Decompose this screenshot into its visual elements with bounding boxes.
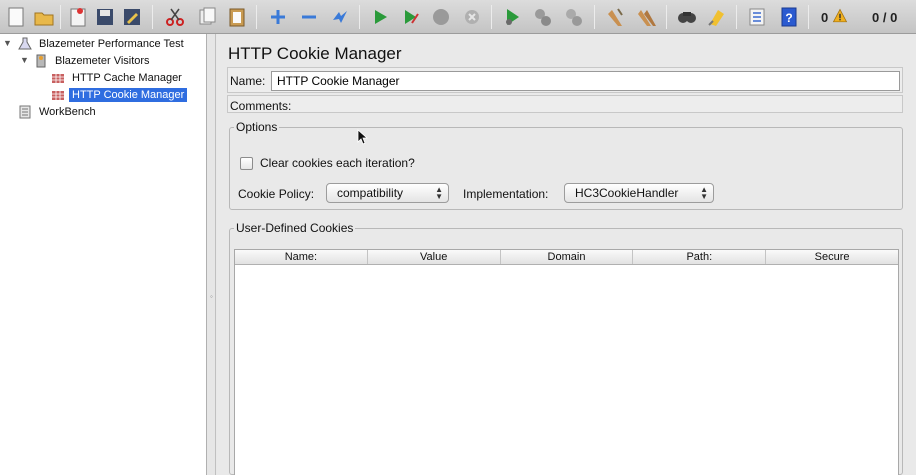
cookie-policy-label: Cookie Policy: [238, 187, 315, 201]
remote-shutdown-icon[interactable] [562, 5, 586, 29]
clear-all-icon[interactable] [634, 5, 658, 29]
search-icon[interactable] [675, 5, 699, 29]
flask-icon [18, 37, 32, 51]
cookie-policy-select[interactable]: compatibility ▲ ▼ [326, 183, 449, 203]
implementation-select[interactable]: HC3CookieHandler ▲ ▼ [564, 183, 714, 203]
remote-stop-icon[interactable] [531, 5, 555, 29]
function-helper-icon[interactable] [745, 5, 769, 29]
tree-item-label: HTTP Cookie Manager [69, 87, 188, 102]
column-header-path[interactable]: Path: [633, 250, 767, 264]
copy-icon[interactable] [195, 5, 219, 29]
comments-label: Comments: [230, 99, 292, 113]
shutdown-icon[interactable] [460, 5, 484, 29]
error-count: 0 [821, 10, 829, 25]
element-panel: HTTP Cookie Manager Name: Comments: Opti… [217, 34, 916, 475]
save-as-icon[interactable] [120, 5, 144, 29]
thread-group-icon [34, 54, 48, 68]
new-icon[interactable] [4, 5, 28, 29]
implementation-label: Implementation: [463, 187, 549, 201]
cookies-table[interactable]: Name: Value Domain Path: Secure [234, 249, 899, 475]
implementation-value: HC3CookieHandler [575, 186, 679, 200]
expand-icon[interactable] [266, 5, 290, 29]
reset-search-icon[interactable] [705, 5, 729, 29]
test-plan-tree: ▼ Blazemeter Performance Test ▼ Blazemet… [0, 34, 207, 475]
start-no-pause-icon[interactable] [399, 5, 423, 29]
tree-item-workbench[interactable]: WorkBench [18, 103, 99, 120]
paste-icon[interactable] [225, 5, 249, 29]
config-element-icon [51, 88, 65, 102]
toolbar: ? 0 0 / 0 [0, 0, 916, 34]
start-icon[interactable] [368, 5, 392, 29]
options-legend: Options [236, 120, 278, 134]
toggle-icon[interactable] [328, 5, 352, 29]
mouse-cursor-icon [357, 129, 369, 145]
column-header-secure[interactable]: Secure [766, 250, 898, 264]
table-header: Name: Value Domain Path: Secure [235, 250, 898, 265]
page-title: HTTP Cookie Manager [228, 44, 402, 63]
clear-cookies-checkbox[interactable] [240, 156, 253, 170]
stop-icon[interactable] [429, 5, 453, 29]
name-field[interactable] [271, 71, 900, 91]
thread-count: 0 / 0 [872, 10, 898, 25]
user-defined-cookies-group: User-Defined Cookies Name: Value Domain … [229, 221, 903, 475]
svg-text:?: ? [785, 11, 792, 25]
cut-icon[interactable] [163, 5, 187, 29]
select-arrows-icon: ▲ ▼ [700, 185, 708, 201]
tree-item-label: Blazemeter Visitors [55, 54, 150, 67]
config-element-icon [51, 71, 65, 85]
column-header-name[interactable]: Name: [235, 250, 368, 264]
collapse-icon[interactable] [297, 5, 321, 29]
clear-cookies-option[interactable]: Clear cookies each iteration? [240, 156, 415, 170]
tree-item-cache-manager[interactable]: HTTP Cache Manager [51, 69, 185, 86]
tree-item-test-plan[interactable]: Blazemeter Performance Test [18, 35, 187, 52]
remote-start-icon[interactable] [500, 5, 524, 29]
tree-item-thread-group[interactable]: Blazemeter Visitors [34, 52, 153, 69]
panel-splitter[interactable]: ◦ [207, 34, 216, 475]
splitter-grip-icon[interactable]: ◦ [210, 292, 213, 301]
clear-cookies-label: Clear cookies each iteration? [260, 156, 415, 170]
open-icon[interactable] [32, 5, 56, 29]
expand-arrow-icon[interactable]: ▼ [3, 38, 12, 48]
workbench-icon [18, 105, 32, 119]
cookies-legend: User-Defined Cookies [236, 221, 354, 235]
tree-item-cookie-manager[interactable]: HTTP Cookie Manager [51, 86, 188, 103]
help-icon[interactable]: ? [777, 5, 801, 29]
clear-icon[interactable] [603, 5, 627, 29]
templates-icon[interactable] [66, 5, 90, 29]
tree-item-label: Blazemeter Performance Test [39, 37, 184, 50]
options-group: Options Clear cookies each iteration? Co… [229, 120, 903, 210]
name-label: Name: [230, 74, 266, 88]
save-icon[interactable] [93, 5, 117, 29]
tree-item-label: WorkBench [39, 105, 96, 118]
comments-row[interactable]: Comments: [227, 95, 903, 113]
column-header-value[interactable]: Value [368, 250, 501, 264]
cookie-policy-value: compatibility [337, 186, 404, 200]
tree-item-label: HTTP Cache Manager [72, 71, 182, 84]
expand-arrow-icon[interactable]: ▼ [20, 55, 29, 65]
warning-icon[interactable] [831, 7, 849, 25]
select-arrows-icon: ▲ ▼ [435, 185, 443, 201]
column-header-domain[interactable]: Domain [501, 250, 634, 264]
name-row: Name: [227, 67, 903, 93]
